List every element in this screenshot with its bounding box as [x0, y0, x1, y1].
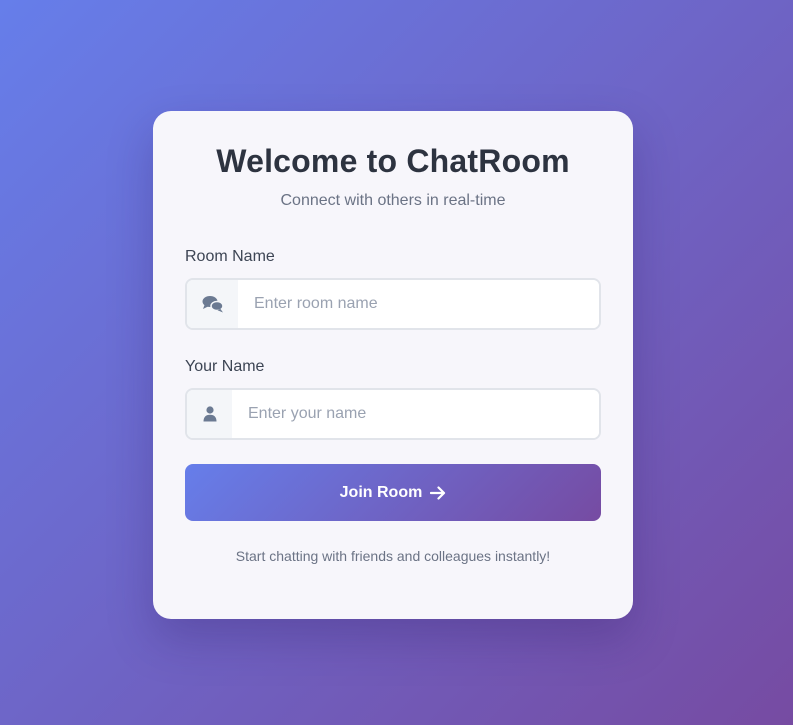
your-name-input-wrapper: [185, 388, 601, 440]
room-name-input[interactable]: [238, 280, 599, 328]
user-icon: [187, 390, 232, 438]
your-name-input[interactable]: [232, 390, 599, 438]
page-title: Welcome to ChatRoom: [216, 143, 570, 179]
join-room-button[interactable]: Join Room: [185, 464, 601, 521]
arrow-right-icon: [430, 485, 446, 500]
room-name-group: Room Name: [185, 248, 601, 330]
join-card: Welcome to ChatRoom Connect with others …: [153, 111, 633, 619]
join-room-label: Join Room: [339, 483, 423, 501]
room-name-input-wrapper: [185, 278, 601, 330]
room-name-label: Room Name: [185, 248, 275, 265]
your-name-label: Your Name: [185, 358, 265, 375]
comments-icon: [187, 280, 238, 328]
page-subtitle: Connect with others in real-time: [280, 192, 506, 209]
your-name-group: Your Name: [185, 358, 601, 440]
footer-text: Start chatting with friends and colleagu…: [235, 548, 551, 564]
